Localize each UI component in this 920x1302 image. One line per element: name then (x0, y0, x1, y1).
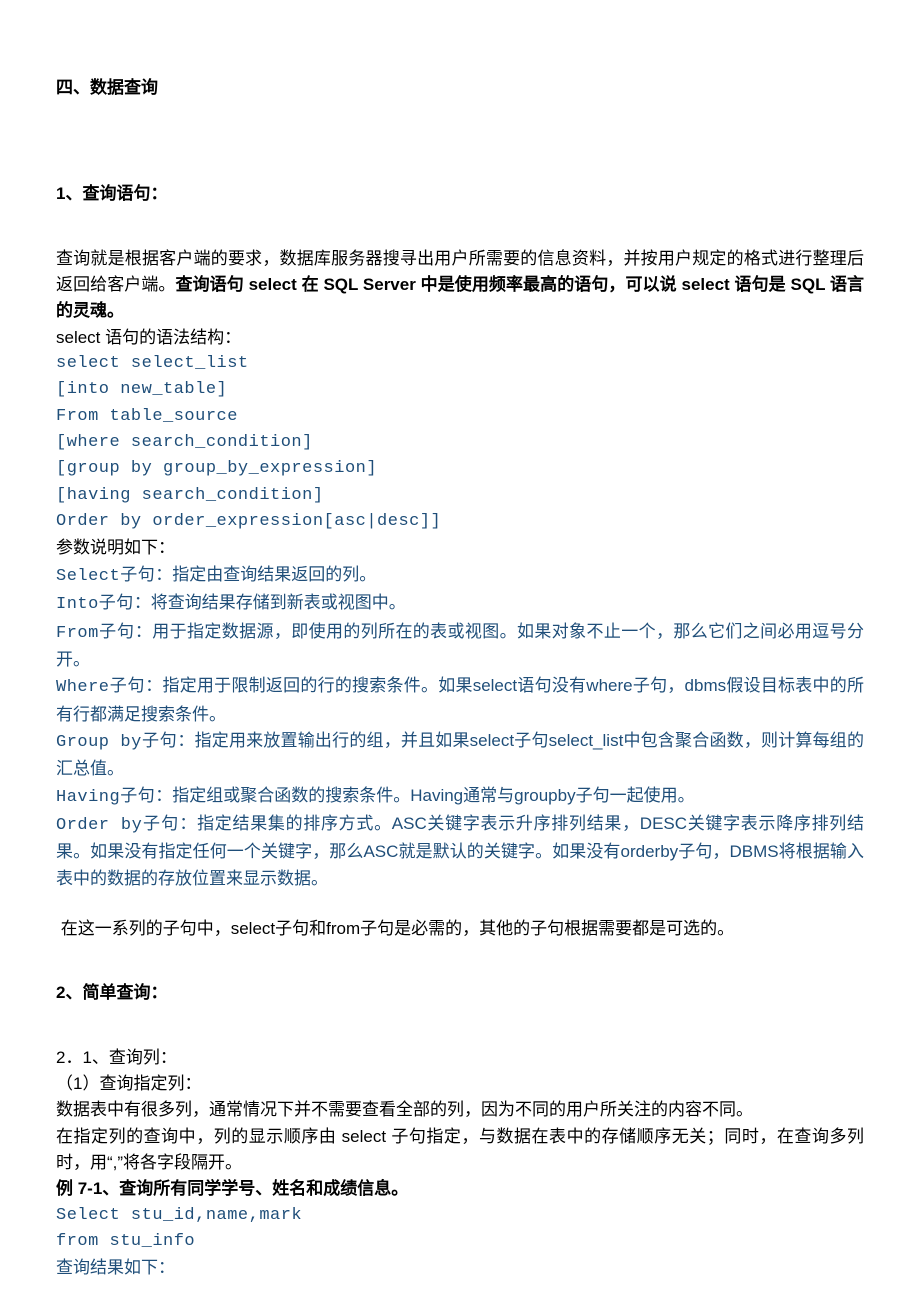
term: Where子句 (56, 678, 145, 697)
term: Having子句 (56, 788, 155, 807)
code-line: from stu_info (56, 1229, 864, 1255)
code-line: [having search_condition] (56, 483, 864, 509)
desc: ：指定由查询结果返回的列。 (155, 565, 376, 584)
desc: ：指定用来放置输出行的组，并且如果select子句select_list中包含聚… (56, 731, 864, 778)
code-line: Select stu_id,name,mark (56, 1203, 864, 1229)
desc: ：指定组或聚合函数的搜索条件。Having通常与groupby子句一起使用。 (155, 786, 694, 805)
subsection-2-1-1: （1）查询指定列： (56, 1071, 864, 1097)
section-title-2: 2、简单查询： (56, 980, 864, 1006)
desc-from: From子句：用于指定数据源，即使用的列所在的表或视图。如果对象不止一个，那么它… (56, 619, 864, 674)
desc: ：将查询结果存储到新表或视图中。 (134, 593, 406, 612)
term: From子句 (56, 624, 135, 643)
paragraph-param-label: 参数说明如下： (56, 535, 864, 561)
text-bold: 查询语句 select 在 SQL Server 中是使用频率最高的语句，可以说… (56, 275, 864, 320)
result-label: 查询结果如下： (56, 1255, 864, 1281)
desc-having: Having子句：指定组或聚合函数的搜索条件。Having通常与groupby子… (56, 783, 864, 811)
subsection-2-1: 2．1、查询列： (56, 1045, 864, 1071)
desc-groupby: Group by子句：指定用来放置输出行的组，并且如果select子句selec… (56, 728, 864, 783)
section-title-1: 1、查询语句： (56, 181, 864, 207)
paragraph-summary: 在这一系列的子句中，select子句和from子句是必需的，其他的子句根据需要都… (56, 916, 864, 942)
desc: ：用于指定数据源，即使用的列所在的表或视图。如果对象不止一个，那么它们之间必用逗… (56, 622, 864, 669)
code-line: [where search_condition] (56, 430, 864, 456)
desc-select: Select子句：指定由查询结果返回的列。 (56, 562, 864, 590)
paragraph-syntax-label: select 语句的语法结构： (56, 325, 864, 351)
code-line: Order by order_expression[asc|desc]] (56, 509, 864, 535)
code-line: [into new_table] (56, 377, 864, 403)
code-line: select select_list (56, 351, 864, 377)
code-line: [group by group_by_expression] (56, 456, 864, 482)
paragraph-body: 数据表中有很多列，通常情况下并不需要查看全部的列，因为不同的用户所关注的内容不同… (56, 1097, 864, 1123)
code-line: From table_source (56, 404, 864, 430)
desc: ：指定用于限制返回的行的搜索条件。如果select语句没有where子句，dbm… (56, 676, 864, 723)
desc-into: Into子句：将查询结果存储到新表或视图中。 (56, 590, 864, 618)
paragraph-body: 在指定列的查询中，列的显示顺序由 select 子句指定，与数据在表中的存储顺序… (56, 1124, 864, 1177)
example-title: 例 7-1、查询所有同学学号、姓名和成绩信息。 (56, 1176, 864, 1202)
term: Select子句 (56, 567, 155, 586)
term: Order by子句 (56, 816, 179, 835)
desc-orderby: Order by子句：指定结果集的排序方式。ASC关键字表示升序排列结果，DES… (56, 811, 864, 892)
paragraph-intro: 查询就是根据客户端的要求，数据库服务器搜寻出用户所需要的信息资料，并按用户规定的… (56, 246, 864, 325)
section-title-main: 四、数据查询 (56, 75, 864, 101)
term: Into子句 (56, 595, 134, 614)
desc-where: Where子句：指定用于限制返回的行的搜索条件。如果select语句没有wher… (56, 673, 864, 728)
term: Group by子句 (56, 733, 177, 752)
